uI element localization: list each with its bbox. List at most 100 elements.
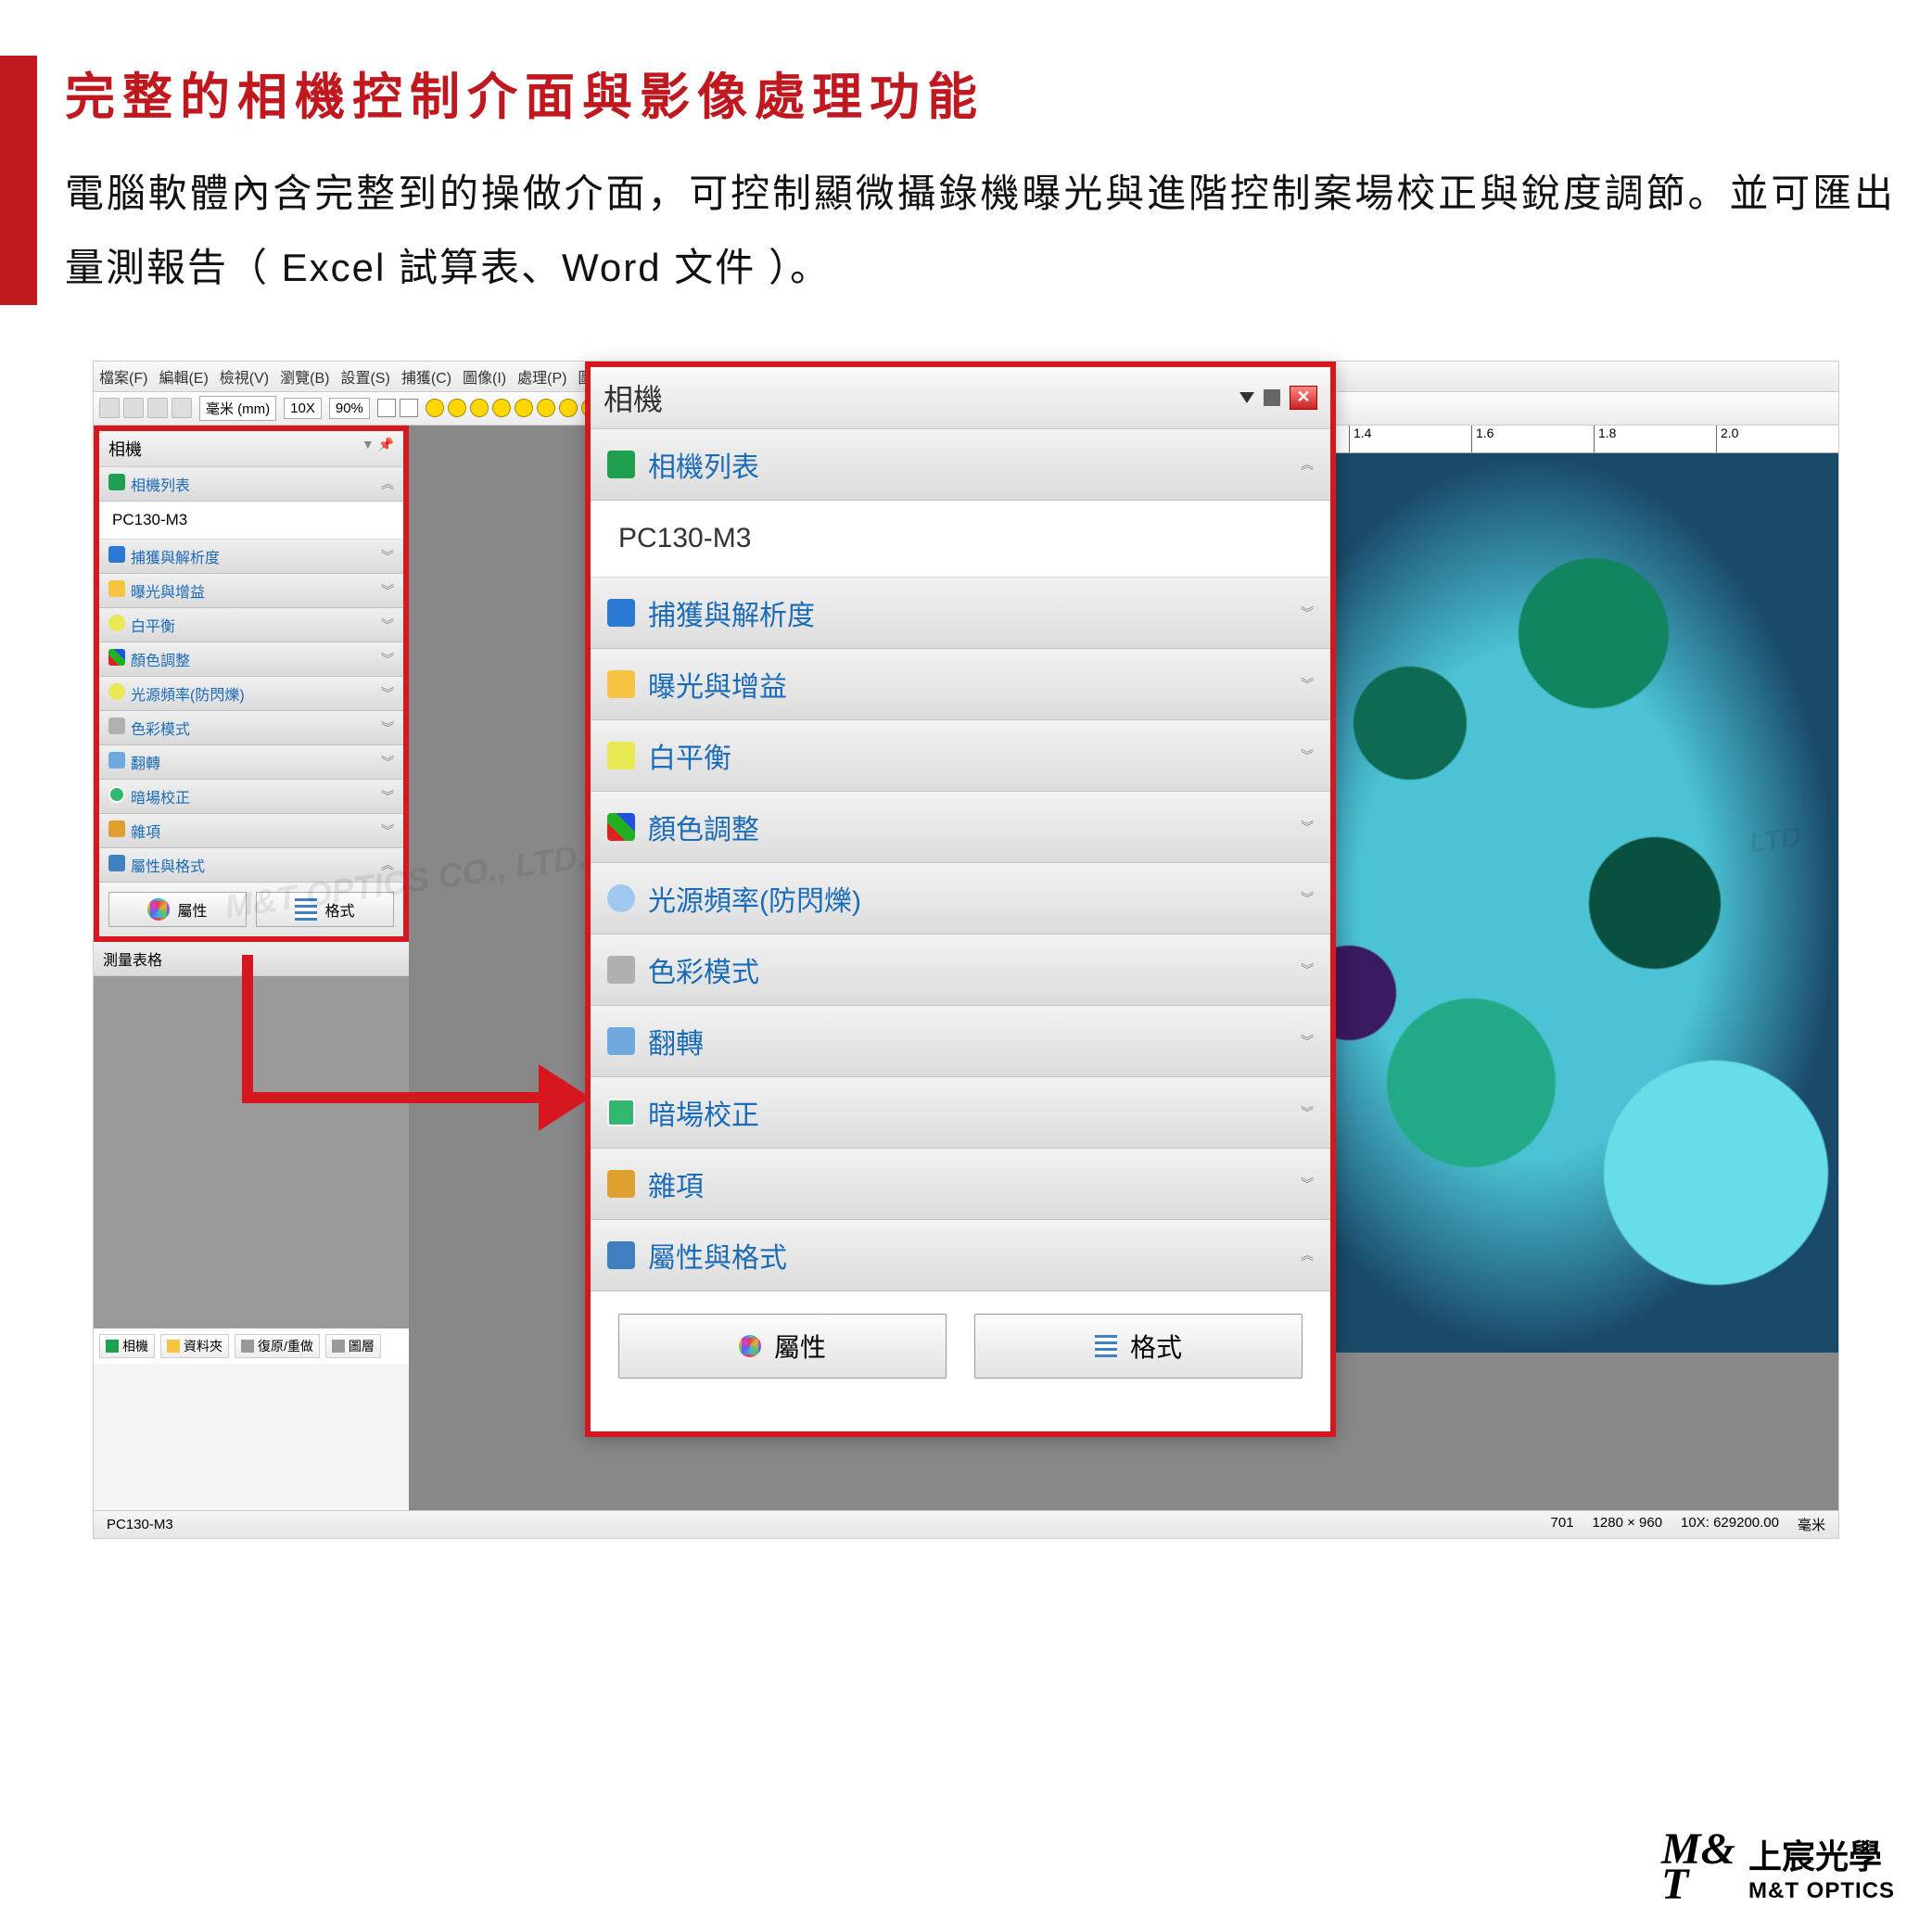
unit-select[interactable]: 毫米 (mm) xyxy=(199,396,276,421)
chevron-down-icon: ︾ xyxy=(1301,960,1314,979)
device-name[interactable]: PC130-M3 xyxy=(99,502,403,540)
ruler-tick: 2.0 xyxy=(1716,426,1838,452)
section-label: 屬性與格式 xyxy=(648,1235,787,1276)
menu-process[interactable]: 處理(P) xyxy=(517,365,566,388)
measure-tool-icon[interactable] xyxy=(448,399,466,417)
statusbar: PC130-M3 701 1280 × 960 10X: 629200.00 毫… xyxy=(94,1510,1838,1538)
aperture-icon xyxy=(607,599,635,627)
panel-titlebar: 相機 ✕ xyxy=(591,367,1330,429)
section-flip[interactable]: 翻轉︾ xyxy=(99,745,403,780)
pin-icon[interactable]: ▼ 📌 xyxy=(362,437,394,461)
properties-button[interactable]: 屬性 xyxy=(108,892,247,927)
measure-tool-icon[interactable] xyxy=(470,399,489,417)
chevron-down-icon: ︾ xyxy=(1301,818,1314,836)
tab-folder[interactable]: 資料夾 xyxy=(160,1334,229,1358)
section-exposure[interactable]: 曝光與增益 ︾ xyxy=(99,574,403,608)
section-label: 曝光與增益 xyxy=(131,585,205,601)
tab-label: 相機 xyxy=(122,1337,148,1355)
tab-layer[interactable]: 圖層 xyxy=(325,1334,381,1358)
menu-capture[interactable]: 捕獲(C) xyxy=(401,365,451,388)
pointer-icon[interactable] xyxy=(377,399,396,417)
accent-bar xyxy=(0,56,37,305)
section-colormode[interactable]: 色彩模式 ︾ xyxy=(591,934,1330,1006)
section-exposure[interactable]: 曝光與增益︾ xyxy=(591,649,1330,720)
section-darkfield[interactable]: 暗場校正 ︾ xyxy=(99,780,403,814)
menu-settings[interactable]: 設置(S) xyxy=(340,365,389,388)
section-wb[interactable]: 白平衡︾ xyxy=(591,720,1330,792)
objective-select[interactable]: 10X xyxy=(284,398,322,419)
format-button[interactable]: 格式 xyxy=(974,1314,1303,1379)
checker-icon xyxy=(108,718,125,734)
menu-file[interactable]: 檔案(F) xyxy=(99,365,147,388)
menu-browse[interactable]: 瀏覽(B) xyxy=(280,365,329,388)
pin-icon[interactable] xyxy=(1264,389,1280,406)
tab-label: 資料夾 xyxy=(184,1337,222,1355)
section-color[interactable]: 顏色調整︾ xyxy=(99,642,403,677)
properties-button[interactable]: 屬性 xyxy=(618,1314,947,1379)
section-capture[interactable]: 捕獲與解析度︾ xyxy=(591,578,1330,649)
dropdown-icon[interactable] xyxy=(1239,392,1254,403)
section-flip[interactable]: 翻轉︾ xyxy=(591,1006,1330,1077)
open-icon[interactable] xyxy=(99,398,120,418)
sidebar-title: 相機 xyxy=(108,437,142,461)
section-label: 色彩模式 xyxy=(648,949,759,990)
section-colormode[interactable]: 色彩模式︾ xyxy=(99,711,403,745)
section-freq[interactable]: 光源頻率(防閃爍)︾ xyxy=(591,863,1330,934)
chevron-down-icon: ︾ xyxy=(381,787,394,806)
chevron-down-icon: ︾ xyxy=(381,581,394,600)
ruler-tick: 1.4 xyxy=(1349,426,1471,452)
brand-logo: M&T 上宸光學 M&T OPTICS xyxy=(1661,1830,1895,1904)
zoom-select[interactable]: 90% xyxy=(329,398,370,419)
format-button[interactable]: 格式 xyxy=(256,892,394,927)
section-label: 捕獲與解析度 xyxy=(131,551,220,566)
bulb-icon xyxy=(607,742,635,769)
measure-tool-icon[interactable] xyxy=(515,399,533,417)
measure-tool-icon[interactable] xyxy=(559,399,578,417)
section-camera-list[interactable]: 相機列表 ︽ xyxy=(591,429,1330,501)
measure-tool-icon[interactable] xyxy=(426,399,444,417)
browse-icon[interactable] xyxy=(147,398,168,418)
section-color[interactable]: 顏色調整︾ xyxy=(591,792,1330,863)
save-icon[interactable] xyxy=(123,398,144,418)
logo-mark: M&T xyxy=(1661,1832,1735,1903)
chevron-up-icon: ︽ xyxy=(381,856,394,874)
section-misc[interactable]: 雜項︾ xyxy=(99,814,403,848)
target-icon xyxy=(607,1099,635,1126)
section-label: 暗場校正 xyxy=(648,1092,759,1133)
tab-label: 圖層 xyxy=(349,1337,375,1355)
menu-view[interactable]: 檢視(V) xyxy=(220,365,269,388)
menu-edit[interactable]: 編輯(E) xyxy=(159,365,208,388)
section-props[interactable]: 屬性與格式︽ xyxy=(99,848,403,883)
tab-undo[interactable]: 復原/重做 xyxy=(235,1334,320,1358)
exposure-icon xyxy=(108,580,125,597)
section-label: 相機列表 xyxy=(131,478,190,494)
section-darkfield[interactable]: 暗場校正 ︾ xyxy=(591,1077,1330,1149)
section-capture[interactable]: 捕獲與解析度︾ xyxy=(99,540,403,574)
section-label: 翻轉 xyxy=(131,756,160,772)
chevron-down-icon: ︾ xyxy=(381,616,394,634)
measure-tool-icon[interactable] xyxy=(492,399,511,417)
section-camera-list[interactable]: 相機列表 ︽ xyxy=(99,467,403,502)
button-label: 屬性 xyxy=(177,898,207,921)
chevron-down-icon: ︾ xyxy=(1301,604,1314,622)
section-freq[interactable]: 光源頻率(防閃爍)︾ xyxy=(99,677,403,711)
selection-icon[interactable] xyxy=(400,399,418,417)
sidebar-tabs: 相機 資料夾 復原/重做 圖層 xyxy=(94,1328,409,1364)
section-misc[interactable]: 雜項︾ xyxy=(591,1149,1330,1220)
section-props[interactable]: 屬性與格式︽ xyxy=(591,1220,1330,1291)
section-label: 顏色調整 xyxy=(131,654,190,669)
section-label: 暗場校正 xyxy=(131,791,190,807)
tab-camera[interactable]: 相機 xyxy=(99,1334,155,1358)
section-wb[interactable]: 白平衡︾ xyxy=(99,608,403,642)
measure-tool-icon[interactable] xyxy=(537,399,555,417)
hex-icon xyxy=(739,1335,761,1357)
playlist-icon[interactable] xyxy=(172,398,192,418)
section-label: 色彩模式 xyxy=(131,722,190,738)
menu-image[interactable]: 圖像(I) xyxy=(463,365,506,388)
folder-icon xyxy=(167,1340,180,1353)
close-button[interactable]: ✕ xyxy=(1290,386,1317,410)
status-unit: 毫米 xyxy=(1798,1515,1825,1534)
chevron-down-icon: ︾ xyxy=(1301,1103,1314,1122)
color-icon xyxy=(108,649,125,666)
device-name[interactable]: PC130-M3 xyxy=(591,501,1330,578)
